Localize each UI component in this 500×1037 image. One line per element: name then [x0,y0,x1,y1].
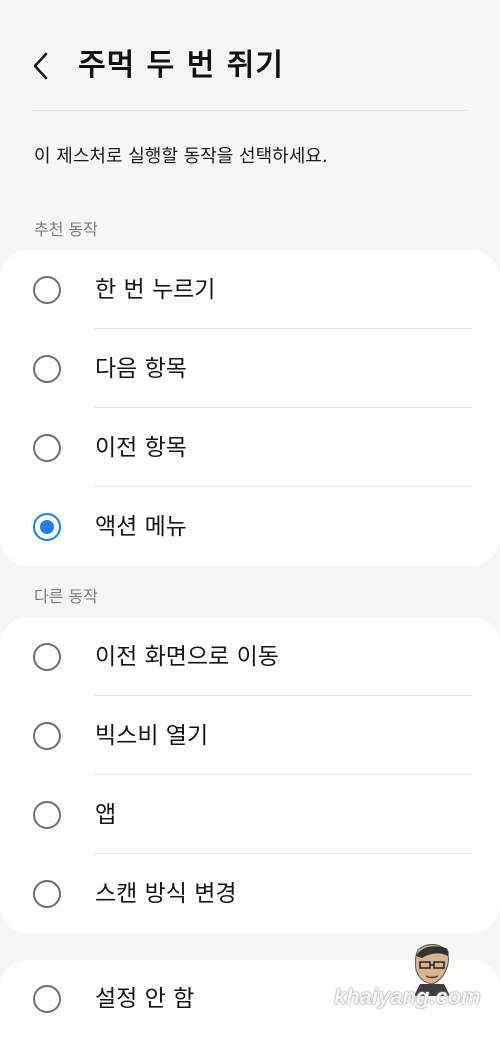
option-row[interactable]: 앱 [0,775,500,854]
page-description: 이 제스처로 실행할 동작을 선택하세요. [34,146,328,167]
option-row[interactable]: 이전 화면으로 이동 [0,617,500,696]
option-label: 빅스비 열기 [95,722,209,749]
option-row[interactable]: 빅스비 열기 [0,696,500,775]
chevron-left-icon [33,52,48,80]
option-row[interactable]: 다음 항목 [0,329,500,408]
page-title: 주먹 두 번 쥐기 [78,48,284,83]
option-row[interactable]: 이전 항목 [0,408,500,487]
radio-button-selected[interactable] [33,512,61,541]
back-button[interactable] [20,44,64,88]
option-label: 한 번 누르기 [95,276,216,303]
option-label: 다음 항목 [95,355,187,382]
other-actions-card: 이전 화면으로 이동 빅스비 열기 앱 스캔 방식 변경 [0,617,500,933]
radio-button[interactable] [33,800,61,829]
radio-button[interactable] [33,433,61,462]
radio-button[interactable] [33,879,61,908]
option-label: 스캔 방식 변경 [95,880,237,907]
option-label: 설정 안 함 [95,985,195,1012]
option-label: 액션 메뉴 [95,513,187,540]
option-label: 앱 [95,801,117,828]
none-option-card: 설정 안 함 [0,960,500,1037]
radio-button[interactable] [33,984,61,1013]
app-bar: 주먹 두 번 쥐기 [0,0,500,112]
option-label: 이전 항목 [95,434,187,461]
header-divider [32,110,468,111]
option-row[interactable]: 한 번 누르기 [0,250,500,329]
section-title-other: 다른 동작 [34,587,98,606]
option-row[interactable]: 액션 메뉴 [0,487,500,566]
radio-button[interactable] [33,721,61,750]
recommended-actions-card: 한 번 누르기 다음 항목 이전 항목 액션 메뉴 [0,250,500,566]
section-title-recommended: 추천 동작 [34,220,98,239]
option-label: 이전 화면으로 이동 [95,643,279,670]
option-row-none[interactable]: 설정 안 함 [0,960,500,1037]
radio-button[interactable] [33,354,61,383]
radio-button[interactable] [33,642,61,671]
option-row[interactable]: 스캔 방식 변경 [0,854,500,933]
radio-button[interactable] [33,275,61,304]
